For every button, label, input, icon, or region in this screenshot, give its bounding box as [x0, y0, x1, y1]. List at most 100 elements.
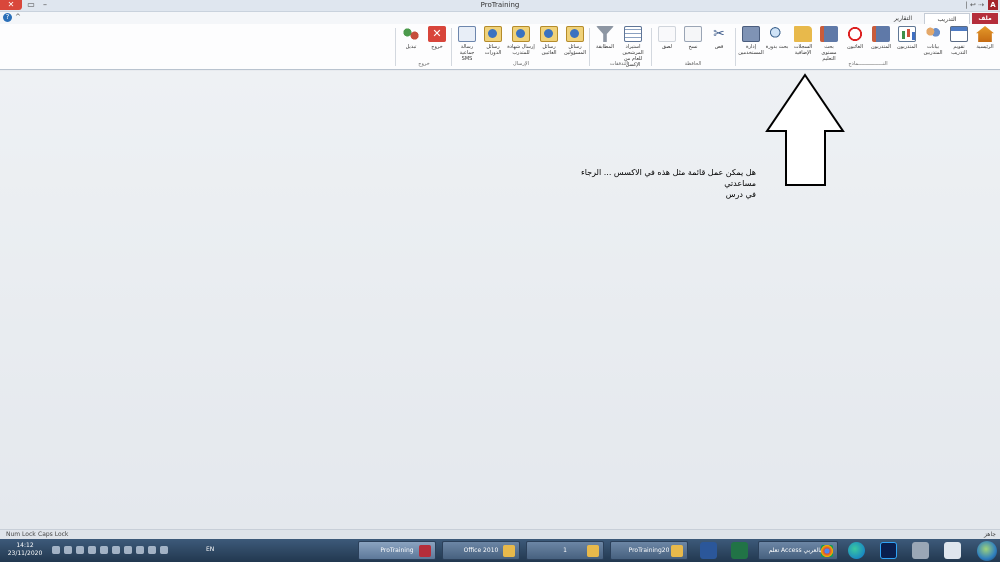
taskbar-item-office[interactable]: Office 2010 — [442, 541, 520, 560]
note-line-1: هل يمكن عمل قائمة مثل هذه في الاكسس ... … — [580, 168, 756, 188]
msg-absent-button[interactable]: رسائل الغائبين — [536, 26, 562, 56]
taskbar-item-protraining20[interactable]: ProTraining20 — [610, 541, 688, 560]
notepad-icon[interactable] — [944, 542, 961, 559]
management-icon — [742, 26, 760, 42]
word-icon[interactable] — [700, 542, 717, 559]
envelope-icon — [540, 26, 558, 42]
excel-icon[interactable] — [731, 542, 748, 559]
main-workspace: هل يمكن عمل قائمة مثل هذه في الاكسس ... … — [0, 71, 1000, 529]
absentees-button[interactable]: الغائبون — [842, 26, 868, 50]
tray-app-icon[interactable] — [160, 546, 168, 554]
network-icon[interactable] — [64, 546, 72, 554]
trainers-button[interactable]: المتدربون — [894, 26, 920, 50]
group-label-filters: التدفقات — [609, 61, 629, 67]
funnel-icon — [596, 26, 614, 42]
group-label-sending: الإرسال — [512, 61, 529, 67]
chart-icon — [898, 26, 916, 42]
group-label-forms: النـــــــــــــــــماذج — [848, 61, 888, 67]
access-logo-icon[interactable]: A — [988, 0, 998, 10]
magnifier-icon — [768, 26, 786, 42]
ribbon-collapse-icon[interactable]: ^ — [15, 13, 21, 21]
group-separator — [395, 28, 396, 66]
book-icon — [872, 26, 890, 42]
cut-button[interactable]: ✂ قص — [706, 26, 732, 50]
tab-file[interactable]: ملف — [972, 13, 998, 24]
access-app-icon — [419, 545, 431, 557]
spreadsheet-icon — [624, 26, 642, 42]
people-icon — [924, 26, 942, 42]
tray-app-icon[interactable] — [88, 546, 96, 554]
switch-button[interactable]: تبديل — [398, 26, 424, 50]
quick-access-toolbar[interactable]: | ↩ ⇢ — [965, 1, 984, 9]
certificates-button[interactable]: السجلات الإضافية — [790, 26, 816, 56]
note-line-2: في درس — [725, 190, 756, 199]
trainee-data-button[interactable]: بيانات المتدربين — [920, 26, 946, 56]
media-icon[interactable] — [912, 542, 929, 559]
ribbon: الرئيسية تقويم التدريب بيانات المتدربين … — [0, 24, 1000, 70]
house-icon — [976, 26, 994, 42]
home-button[interactable]: الرئيسية — [972, 26, 998, 50]
user-management-button[interactable]: إدارة المستخدمين — [738, 26, 764, 56]
msg-course-button[interactable]: رسائل الدورات — [480, 26, 506, 56]
scissors-icon: ✂ — [713, 26, 725, 42]
copy-button[interactable]: نسخ — [680, 26, 706, 50]
book-search-icon — [820, 26, 838, 42]
close-icon: ✕ — [428, 26, 446, 42]
send-certificate-button[interactable]: إرسال شهادة للمتدرب — [506, 26, 536, 56]
photoshop-icon[interactable] — [880, 542, 897, 559]
tab-training-admin[interactable]: التدريب الإداري — [924, 13, 970, 34]
start-button[interactable] — [977, 541, 997, 561]
group-separator — [589, 28, 590, 66]
num-lock-indicator: Num Lock — [6, 531, 36, 538]
language-indicator[interactable]: EN — [206, 546, 214, 553]
tray-app-icon[interactable] — [100, 546, 108, 554]
envelope-icon — [566, 26, 584, 42]
edu-level-search-button[interactable]: بحث مستوى التعليم — [816, 26, 842, 62]
window-title: ProTraining — [480, 1, 520, 9]
group-separator — [651, 28, 652, 66]
group-separator — [735, 28, 736, 66]
group-separator — [451, 28, 452, 66]
tray-app-icon[interactable] — [136, 546, 144, 554]
envelope-icon — [512, 26, 530, 42]
ribbon-tab-row: ? ^ التقارير التدريب الإداري ملف — [0, 12, 1000, 34]
folder-icon — [794, 26, 812, 42]
volume-icon[interactable] — [52, 546, 60, 554]
search-course-button[interactable]: بحث بدورة — [764, 26, 790, 50]
tray-app-icon[interactable] — [112, 546, 120, 554]
forbidden-icon — [846, 26, 864, 42]
sms-icon — [458, 26, 476, 42]
caps-lock-indicator: Caps Lock — [38, 531, 69, 538]
tray-app-icon[interactable] — [148, 546, 156, 554]
copy-icon — [684, 26, 702, 42]
training-calendar-button[interactable]: تقويم التدريب — [946, 26, 972, 56]
exit-button[interactable]: ✕ خروج — [424, 26, 450, 50]
up-arrow-annotation — [765, 73, 845, 186]
filter-button[interactable]: المطابقة — [592, 26, 618, 50]
taskbar: 14:12 23/11/2020 EN ProTraining Office 2… — [0, 539, 1000, 562]
sms-group-button[interactable]: رسالة جماعية SMS — [454, 26, 480, 62]
tab-reports[interactable]: التقارير — [886, 13, 920, 24]
edge-icon[interactable] — [848, 542, 865, 559]
chrome-icon — [821, 545, 833, 557]
folder-icon — [671, 545, 683, 557]
taskbar-item-folder[interactable]: 1 — [526, 541, 604, 560]
taskbar-item-protraining[interactable]: ProTraining — [358, 541, 436, 560]
ready-status: جاهز — [983, 531, 996, 538]
status-bar: Num Lock Caps Lock جاهز — [0, 529, 1000, 539]
folder-icon — [587, 545, 599, 557]
switch-user-icon — [402, 26, 420, 42]
folder-icon — [503, 545, 515, 557]
system-tray — [52, 546, 202, 556]
paste-icon — [658, 26, 676, 42]
msg-officials-button[interactable]: رسائل المسؤولين — [562, 26, 588, 56]
paste-button[interactable]: لصق — [654, 26, 680, 50]
group-label-exit: خروج — [418, 61, 430, 67]
taskbar-clock[interactable]: 14:12 23/11/2020 — [4, 542, 46, 558]
help-icon[interactable]: ? — [3, 13, 12, 22]
taskbar-item-chrome[interactable]: تعلم Access بالعربي... — [758, 541, 838, 560]
question-note: هل يمكن عمل قائمة مثل هذه في الاكسس ... … — [560, 167, 756, 200]
trainees-report-button[interactable]: المتدربون — [868, 26, 894, 50]
tray-app-icon[interactable] — [124, 546, 132, 554]
tray-app-icon[interactable] — [76, 546, 84, 554]
